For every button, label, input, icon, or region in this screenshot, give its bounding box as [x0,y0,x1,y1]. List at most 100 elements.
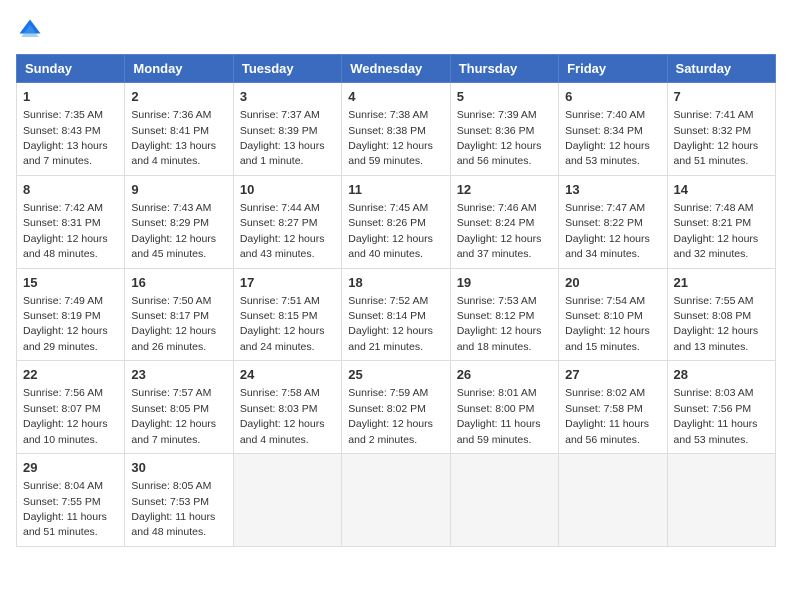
day-info: Sunrise: 7:41 AMSunset: 8:32 PMDaylight:… [674,109,759,167]
calendar-cell: 6 Sunrise: 7:40 AMSunset: 8:34 PMDaylight… [559,83,667,176]
calendar-cell: 9Sunrise: 7:43 AMSunset: 8:29 PMDaylight… [125,175,233,268]
day-info: Sunrise: 8:04 AMSunset: 7:55 PMDaylight:… [23,480,107,538]
day-info: Sunrise: 7:40 AMSunset: 8:34 PMDaylight:… [565,109,650,167]
day-number: 7 [674,88,769,106]
day-header-thursday: Thursday [450,55,558,83]
day-number: 12 [457,181,552,199]
day-info: Sunrise: 8:01 AMSunset: 8:00 PMDaylight:… [457,387,541,445]
calendar-cell [342,454,450,547]
day-info: Sunrise: 7:35 AMSunset: 8:43 PMDaylight:… [23,109,108,167]
day-info: Sunrise: 7:53 AMSunset: 8:12 PMDaylight:… [457,295,542,353]
day-info: Sunrise: 7:55 AMSunset: 8:08 PMDaylight:… [674,295,759,353]
day-info: Sunrise: 7:50 AMSunset: 8:17 PMDaylight:… [131,295,216,353]
calendar-cell: 23 Sunrise: 7:57 AMSunset: 8:05 PMDayligh… [125,361,233,454]
calendar-cell [667,454,775,547]
day-info: Sunrise: 7:54 AMSunset: 8:10 PMDaylight:… [565,295,650,353]
day-number: 18 [348,274,443,292]
calendar-cell: 28Sunrise: 8:03 AMSunset: 7:56 PMDayligh… [667,361,775,454]
day-info: Sunrise: 7:48 AMSunset: 8:21 PMDaylight:… [674,202,759,260]
calendar-cell: 8 Sunrise: 7:42 AMSunset: 8:31 PMDaylight… [17,175,125,268]
page-header [16,16,776,44]
day-header-sunday: Sunday [17,55,125,83]
day-number: 27 [565,366,660,384]
calendar-table: SundayMondayTuesdayWednesdayThursdayFrid… [16,54,776,547]
week-row-1: 1 Sunrise: 7:35 AMSunset: 8:43 PMDaylight… [17,83,776,176]
calendar-cell: 1 Sunrise: 7:35 AMSunset: 8:43 PMDaylight… [17,83,125,176]
calendar-cell: 10 Sunrise: 7:44 AMSunset: 8:27 PMDayligh… [233,175,341,268]
calendar-cell: 5 Sunrise: 7:39 AMSunset: 8:36 PMDaylight… [450,83,558,176]
day-header-monday: Monday [125,55,233,83]
calendar-cell: 13 Sunrise: 7:47 AMSunset: 8:22 PMDayligh… [559,175,667,268]
day-header-tuesday: Tuesday [233,55,341,83]
day-number: 24 [240,366,335,384]
day-info: Sunrise: 7:42 AMSunset: 8:31 PMDaylight:… [23,202,108,260]
day-number: 25 [348,366,443,384]
day-info: Sunrise: 7:36 AMSunset: 8:41 PMDaylight:… [131,109,216,167]
calendar-cell: 21Sunrise: 7:55 AMSunset: 8:08 PMDayligh… [667,268,775,361]
week-row-4: 22 Sunrise: 7:56 AMSunset: 8:07 PMDayligh… [17,361,776,454]
calendar-cell: 15 Sunrise: 7:49 AMSunset: 8:19 PMDayligh… [17,268,125,361]
logo [16,16,48,44]
day-info: Sunrise: 7:57 AMSunset: 8:05 PMDaylight:… [131,387,216,445]
day-info: Sunrise: 7:56 AMSunset: 8:07 PMDaylight:… [23,387,108,445]
day-info: Sunrise: 7:47 AMSunset: 8:22 PMDaylight:… [565,202,650,260]
calendar-cell: 14Sunrise: 7:48 AMSunset: 8:21 PMDayligh… [667,175,775,268]
calendar-cell [233,454,341,547]
day-info: Sunrise: 8:02 AMSunset: 7:58 PMDaylight:… [565,387,649,445]
day-header-saturday: Saturday [667,55,775,83]
day-number: 28 [674,366,769,384]
day-info: Sunrise: 8:05 AMSunset: 7:53 PMDaylight:… [131,480,215,538]
calendar-cell: 24 Sunrise: 7:58 AMSunset: 8:03 PMDayligh… [233,361,341,454]
day-info: Sunrise: 7:46 AMSunset: 8:24 PMDaylight:… [457,202,542,260]
calendar-cell [450,454,558,547]
calendar-cell: 4Sunrise: 7:38 AMSunset: 8:38 PMDaylight… [342,83,450,176]
day-number: 1 [23,88,118,106]
day-number: 23 [131,366,226,384]
day-info: Sunrise: 7:59 AMSunset: 8:02 PMDaylight:… [348,387,433,445]
day-number: 11 [348,181,443,199]
day-info: Sunrise: 7:43 AMSunset: 8:29 PMDaylight:… [131,202,216,260]
day-number: 13 [565,181,660,199]
calendar-cell: 30 Sunrise: 8:05 AMSunset: 7:53 PMDayligh… [125,454,233,547]
day-number: 20 [565,274,660,292]
day-info: Sunrise: 7:49 AMSunset: 8:19 PMDaylight:… [23,295,108,353]
day-number: 19 [457,274,552,292]
day-info: Sunrise: 7:39 AMSunset: 8:36 PMDaylight:… [457,109,542,167]
day-number: 4 [348,88,443,106]
calendar-cell: 18 Sunrise: 7:52 AMSunset: 8:14 PMDayligh… [342,268,450,361]
day-number: 22 [23,366,118,384]
day-number: 6 [565,88,660,106]
calendar-cell: 25 Sunrise: 7:59 AMSunset: 8:02 PMDayligh… [342,361,450,454]
day-number: 10 [240,181,335,199]
logo-icon [16,16,44,44]
calendar-cell: 12 Sunrise: 7:46 AMSunset: 8:24 PMDayligh… [450,175,558,268]
day-info: Sunrise: 7:51 AMSunset: 8:15 PMDaylight:… [240,295,325,353]
calendar-cell: 29 Sunrise: 8:04 AMSunset: 7:55 PMDayligh… [17,454,125,547]
day-number: 30 [131,459,226,477]
day-info: Sunrise: 7:37 AMSunset: 8:39 PMDaylight:… [240,109,325,167]
day-info: Sunrise: 7:52 AMSunset: 8:14 PMDaylight:… [348,295,433,353]
day-number: 15 [23,274,118,292]
day-number: 16 [131,274,226,292]
day-header-wednesday: Wednesday [342,55,450,83]
day-number: 8 [23,181,118,199]
week-row-3: 15 Sunrise: 7:49 AMSunset: 8:19 PMDayligh… [17,268,776,361]
day-number: 3 [240,88,335,106]
week-row-2: 8 Sunrise: 7:42 AMSunset: 8:31 PMDaylight… [17,175,776,268]
week-row-5: 29 Sunrise: 8:04 AMSunset: 7:55 PMDayligh… [17,454,776,547]
day-number: 26 [457,366,552,384]
calendar-cell: 19 Sunrise: 7:53 AMSunset: 8:12 PMDayligh… [450,268,558,361]
calendar-cell: 11 Sunrise: 7:45 AMSunset: 8:26 PMDayligh… [342,175,450,268]
calendar-cell: 16 Sunrise: 7:50 AMSunset: 8:17 PMDayligh… [125,268,233,361]
day-number: 5 [457,88,552,106]
calendar-cell [559,454,667,547]
calendar-cell: 20 Sunrise: 7:54 AMSunset: 8:10 PMDayligh… [559,268,667,361]
day-info: Sunrise: 7:45 AMSunset: 8:26 PMDaylight:… [348,202,433,260]
day-number: 2 [131,88,226,106]
day-number: 29 [23,459,118,477]
calendar-cell: 3 Sunrise: 7:37 AMSunset: 8:39 PMDaylight… [233,83,341,176]
calendar-cell: 26 Sunrise: 8:01 AMSunset: 8:00 PMDayligh… [450,361,558,454]
day-info: Sunrise: 7:44 AMSunset: 8:27 PMDaylight:… [240,202,325,260]
calendar-header-row: SundayMondayTuesdayWednesdayThursdayFrid… [17,55,776,83]
day-info: Sunrise: 7:58 AMSunset: 8:03 PMDaylight:… [240,387,325,445]
